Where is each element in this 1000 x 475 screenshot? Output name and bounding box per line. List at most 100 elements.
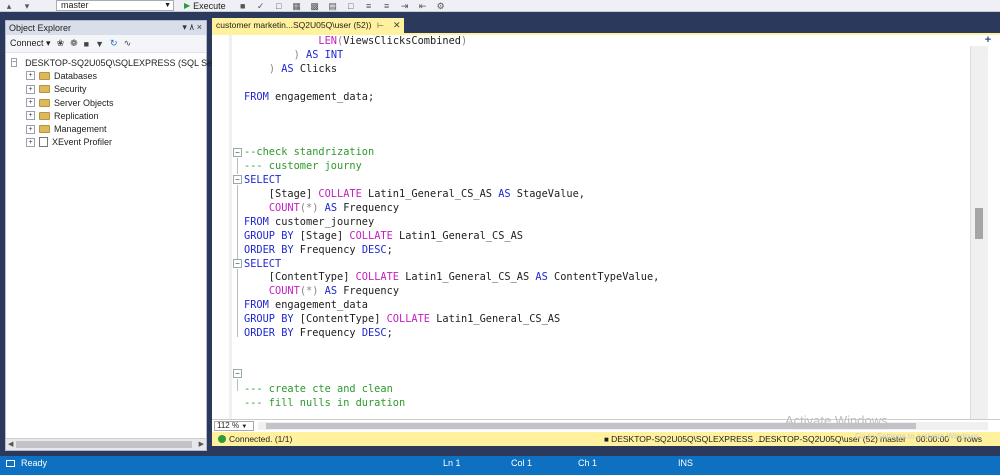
status-insert-mode: INS xyxy=(678,458,694,468)
folder-icon xyxy=(39,125,50,134)
code-line: SELECT xyxy=(244,257,282,270)
tree-item-label: Security xyxy=(54,84,87,95)
tree-item-label: XEvent Profiler xyxy=(52,137,113,148)
status-line: Ln 1 xyxy=(443,458,461,468)
tree-item-server-objects[interactable]: + Server Objects xyxy=(6,96,206,109)
editor-tab-strip: customer marketin...SQ2U05Q\user (52)) ⊢… xyxy=(212,18,1000,33)
code-line: FROM customer_journey xyxy=(244,215,375,228)
code-line: GROUP BY [ContentType] COLLATE Latin1_Ge… xyxy=(244,313,561,326)
scroll-right-icon[interactable]: ▶ xyxy=(199,440,204,448)
activation-watermark: Activate Windows xyxy=(785,413,888,428)
connect-plug-icon[interactable]: ❀ xyxy=(57,38,65,49)
editor-vscrollbar[interactable] xyxy=(970,46,988,419)
code-line: ) AS INT xyxy=(293,48,344,61)
outdent-icon[interactable]: ⇤ xyxy=(416,1,430,11)
code-line: FROM engagement_data xyxy=(244,299,369,312)
tree-item-label: Server Objects xyxy=(54,97,114,108)
expand-icon[interactable]: + xyxy=(26,84,35,94)
fold-toggle-icon[interactable]: − xyxy=(233,259,242,268)
query-editor[interactable]: − − − − LEN(ViewsClicksCombined) ) AS IN… xyxy=(212,35,1000,419)
tree-server-node[interactable]: − DESKTOP-SQ2U05Q\SQLEXPRESS (SQL Serv xyxy=(6,56,220,69)
app-status-bar: Ready Ln 1 Col 1 Ch 1 INS xyxy=(0,456,1000,475)
main-toolbar: ▴ ▾ master ▼ ▶ Execute ■ ✓ □ ▦ ▩ ▤ □ ≡ ≡… xyxy=(0,0,1000,12)
expand-icon[interactable]: + xyxy=(26,137,35,147)
code-line: COUNT(*) AS Frequency xyxy=(268,201,400,214)
object-explorer-panel: Object Explorer ▾ ٨ × Connect ▾ ❀ ❁ ■ ▼ … xyxy=(5,20,220,451)
code-line: FROM engagement_data; xyxy=(244,90,375,103)
scroll-thumb[interactable] xyxy=(975,208,983,239)
connected-icon xyxy=(218,435,226,443)
text-icon[interactable]: ▤ xyxy=(326,1,340,11)
stop-icon[interactable]: ■ xyxy=(84,39,89,49)
output-icon xyxy=(6,460,15,467)
object-explorer-hscrollbar[interactable]: ◀ ▶ xyxy=(6,438,206,450)
activity-monitor-icon[interactable]: ∿ xyxy=(124,38,132,49)
pin-icon[interactable]: ⊢ xyxy=(377,18,384,33)
filter-icon[interactable]: ▼ xyxy=(95,39,104,49)
folder-icon xyxy=(39,111,50,120)
status-column: Col 1 xyxy=(511,458,533,468)
tree-item-security[interactable]: + Security xyxy=(6,83,206,96)
execute-label: Execute xyxy=(193,0,226,11)
fold-toggle-icon[interactable]: − xyxy=(233,175,242,184)
fold-guide xyxy=(237,158,238,174)
disconnect-icon[interactable]: ❁ xyxy=(70,38,78,49)
zoom-select[interactable]: 112 % ▼ xyxy=(214,421,254,431)
split-editor-icon[interactable]: + xyxy=(981,35,995,46)
tree-item-replication[interactable]: + Replication xyxy=(6,109,206,122)
tab-title: customer marketin...SQ2U05Q\user (52)) xyxy=(216,20,372,30)
scroll-left-icon[interactable]: ◀ xyxy=(8,440,13,448)
change-tracking-bar xyxy=(229,35,232,419)
code-line: --- create cte and clean xyxy=(244,382,393,395)
fold-toggle-icon[interactable]: − xyxy=(233,369,242,378)
status-ready-label: Ready xyxy=(21,458,48,468)
status-server-label: DESKTOP-SQ2U05Q\SQLEXPRESS ... xyxy=(611,434,763,444)
code-line: ) AS Clicks xyxy=(268,62,338,75)
tree-item-databases[interactable]: + Databases xyxy=(6,69,206,82)
scroll-thumb[interactable] xyxy=(16,441,192,448)
connect-button[interactable]: Connect ▾ xyxy=(10,38,51,49)
close-icon[interactable]: ✕ xyxy=(393,18,401,33)
object-tree: − DESKTOP-SQ2U05Q\SQLEXPRESS (SQL Serv +… xyxy=(6,53,220,149)
parse-icon[interactable]: □ xyxy=(272,1,286,11)
sql-code[interactable]: LEN(ViewsClicksCombined) ) AS INT ) AS C… xyxy=(244,35,659,419)
tree-item-label: Management xyxy=(54,124,107,135)
stop-icon[interactable]: ■ xyxy=(236,1,250,11)
tree-item-management[interactable]: + Management xyxy=(6,122,206,135)
code-line: [ContentType] COLLATE Latin1_General_CS_… xyxy=(244,271,660,284)
code-line: LEN(ViewsClicksCombined) xyxy=(318,35,468,47)
results-icon[interactable]: ▦ xyxy=(290,1,304,11)
execute-button[interactable]: ▶ Execute xyxy=(184,1,226,11)
expand-icon[interactable]: + xyxy=(26,111,35,121)
status-server: ■ DESKTOP-SQ2U05Q\SQLEXPRESS ... xyxy=(604,432,763,447)
expand-icon[interactable]: + xyxy=(26,124,35,134)
connection-status: Connected. (1/1) xyxy=(218,432,292,446)
lock-icon: ■ xyxy=(604,435,612,444)
tab-query-editor[interactable]: customer marketin...SQ2U05Q\user (52)) ⊢… xyxy=(212,18,404,33)
pin-icon[interactable]: ▾ xyxy=(20,1,34,11)
fold-toggle-icon[interactable]: − xyxy=(233,148,242,157)
indent-icon[interactable]: ⇥ xyxy=(398,1,412,11)
object-explorer-toolbar: Connect ▾ ❀ ❁ ■ ▼ ↻ ∿ xyxy=(6,35,206,53)
folder-icon xyxy=(39,71,50,80)
expand-icon[interactable]: + xyxy=(26,98,35,108)
comment-icon[interactable]: ≡ xyxy=(362,1,376,11)
file-icon[interactable]: □ xyxy=(344,1,358,11)
code-line: --- customer journy xyxy=(244,160,362,173)
panel-controls[interactable]: ▾ ٨ × xyxy=(182,22,202,33)
uncomment-icon[interactable]: ≡ xyxy=(380,1,394,11)
tree-item-label: Replication xyxy=(54,110,99,121)
specify-values-icon[interactable]: ⚙ xyxy=(434,1,448,11)
collapse-icon[interactable]: − xyxy=(11,58,18,68)
code-line: GROUP BY [Stage] COLLATE Latin1_General_… xyxy=(244,229,523,242)
expand-icon[interactable]: + xyxy=(26,71,35,81)
debug-icon[interactable]: ▴ xyxy=(2,1,16,11)
grid-icon[interactable]: ▩ xyxy=(308,1,322,11)
profiler-icon xyxy=(39,137,48,148)
refresh-icon[interactable]: ↻ xyxy=(110,38,118,49)
connect-label: Connect xyxy=(10,38,44,48)
checkmark-icon[interactable]: ✓ xyxy=(254,1,268,11)
database-selector[interactable]: master ▼ xyxy=(56,0,174,11)
code-line: SELECT xyxy=(244,174,282,187)
tree-item-xevent-profiler[interactable]: + XEvent Profiler xyxy=(6,136,206,149)
